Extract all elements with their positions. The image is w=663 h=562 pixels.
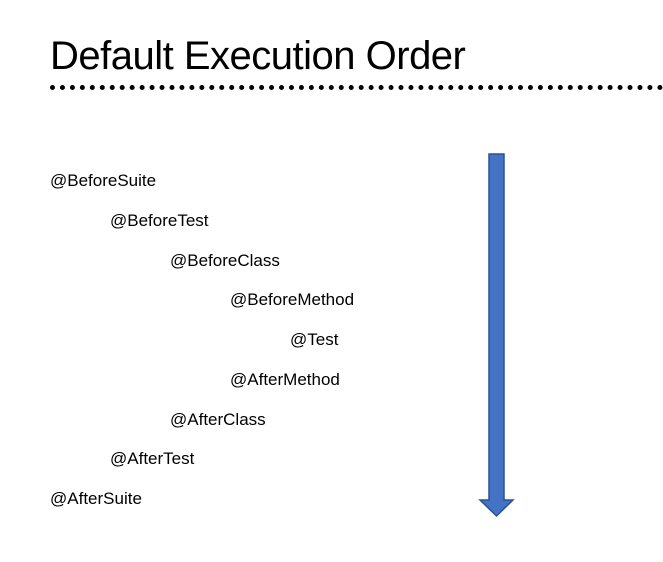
step-label: @AfterClass: [170, 409, 266, 429]
title-divider: [50, 85, 663, 90]
step-label: @Test: [290, 330, 339, 349]
step-label: @AfterTest: [110, 449, 195, 469]
step-label: @BeforeTest: [110, 210, 209, 230]
page-title: Default Execution Order: [50, 34, 466, 78]
down-arrow-icon: [478, 153, 515, 518]
step-label: @BeforeSuite: [50, 171, 157, 190]
step-label: @AfterMethod: [230, 369, 340, 389]
arrow-shape: [478, 153, 515, 518]
step-label: @BeforeClass: [170, 250, 280, 270]
step-label: @BeforeMethod: [230, 290, 355, 310]
step-label: @AfterSuite: [50, 489, 142, 508]
slide: Default Execution Order @BeforeSuite @Bef…: [0, 0, 663, 562]
